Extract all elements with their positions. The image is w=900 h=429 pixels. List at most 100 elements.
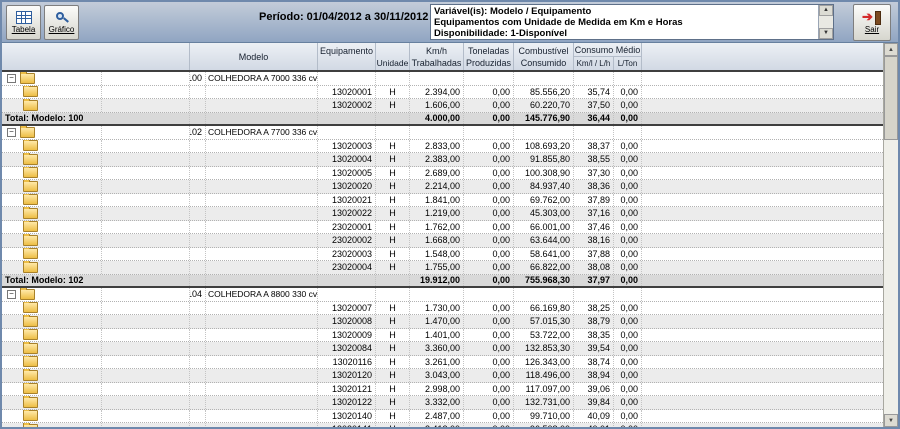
- unit-cell: H: [376, 355, 410, 368]
- unit-cell: H: [376, 396, 410, 409]
- empty-cell: [190, 382, 206, 395]
- folder-icon: [23, 342, 38, 354]
- avg-consumption-cell: 40,09: [574, 409, 614, 422]
- equipment-code-cell: 13020116: [318, 355, 376, 368]
- header-kmh-trabalhadas[interactable]: Km/h Trabalhadas: [410, 43, 464, 70]
- header-kml-lh[interactable]: Km/l / L/h: [574, 57, 614, 70]
- empty-cell: [206, 193, 318, 206]
- scroll-up-button[interactable]: ▲: [884, 43, 898, 56]
- empty-cell: [318, 126, 376, 139]
- empty-cell: [410, 288, 464, 301]
- table-view-button[interactable]: Tabela: [6, 5, 41, 40]
- tree-cell: [2, 85, 102, 98]
- equipment-row[interactable]: 13020004 H 2.383,00 0,00 91.855,80 38,55 0,00: [2, 153, 883, 167]
- equipment-code-cell: 23020001: [318, 220, 376, 233]
- tree-spacer-cell: [102, 382, 190, 395]
- filler-cell: [642, 126, 648, 139]
- empty-cell: [206, 166, 318, 179]
- equipment-code-cell: 13020005: [318, 166, 376, 179]
- lton-cell: 0,00: [614, 207, 642, 220]
- equipment-code-cell: 13020002: [318, 99, 376, 112]
- scrollbar-track[interactable]: [884, 56, 898, 414]
- fuel-consumed-cell: 100.308,90: [514, 166, 574, 179]
- equipment-row[interactable]: 13020007 H 1.730,00 0,00 66.169,80 38,25 0,00: [2, 301, 883, 315]
- info-scroll-up-icon[interactable]: ▲: [819, 5, 833, 16]
- equipment-row[interactable]: 13020141H2.412,000,0096.508,0040,010,00: [2, 423, 883, 427]
- vertical-scrollbar[interactable]: ▲ ▼: [883, 43, 898, 427]
- collapse-expander-icon[interactable]: −: [7, 73, 16, 83]
- empty-cell: [190, 396, 206, 409]
- exit-button[interactable]: ➔ Sair: [853, 4, 891, 41]
- header-toneladas-produzidas[interactable]: Toneladas Produzidas: [464, 43, 514, 70]
- tree-spacer-cell: [102, 342, 190, 355]
- header-lton[interactable]: L/Ton: [614, 57, 641, 70]
- unit-cell: H: [376, 220, 410, 233]
- equipment-row[interactable]: 13020121 H 2.998,00 0,00 117.097,00 39,06 0,00: [2, 382, 883, 396]
- header-combustivel-consumido[interactable]: Combustível Consumido: [514, 43, 574, 70]
- equipment-code-cell: 13020008: [318, 315, 376, 328]
- equipment-code-cell: 13020009: [318, 328, 376, 341]
- header-unidade[interactable]: Unidade: [376, 43, 410, 70]
- equipment-row[interactable]: 13020003 H 2.833,00 0,00 108.693,20 38,37 0,00: [2, 139, 883, 153]
- empty-cell: [206, 153, 318, 166]
- empty-cell: [318, 274, 376, 286]
- equipment-row[interactable]: 13020020 H 2.214,00 0,00 84.937,40 38,36 0,00: [2, 180, 883, 194]
- tree-spacer-cell: [102, 72, 190, 85]
- chart-button-label: Gráfico: [48, 24, 75, 34]
- lton-cell: 0,00: [614, 409, 642, 422]
- tree-cell: [2, 315, 102, 328]
- group-row[interactable]: − 102COLHEDORA A 7700 336 cv: [2, 126, 883, 140]
- equipment-row[interactable]: 13020120 H 3.043,00 0,00 118.496,00 38,94 0,00: [2, 369, 883, 383]
- chart-view-button[interactable]: Gráfico: [44, 5, 79, 40]
- header-modelo[interactable]: Modelo: [190, 43, 318, 70]
- equipment-row[interactable]: 23020002 H 1.668,00 0,00 63.644,00 38,16 0,00: [2, 234, 883, 248]
- equipment-row[interactable]: 13020122 H 3.332,00 0,00 132.731,00 39,84 0,00: [2, 396, 883, 410]
- scrollbar-thumb[interactable]: [884, 56, 898, 140]
- total-lton-cell: 0,00: [614, 274, 642, 286]
- equipment-row[interactable]: 13020116 H 3.261,00 0,00 126.343,00 38,74 0,00: [2, 355, 883, 369]
- empty-cell: [206, 409, 318, 422]
- header-equipamento[interactable]: Equipamento: [318, 43, 376, 70]
- tons-produced-cell: 0,00: [464, 423, 514, 427]
- equipment-row[interactable]: 13020009 H 1.401,00 0,00 53.722,00 38,35 0,00: [2, 328, 883, 342]
- equipment-row[interactable]: 13020021 H 1.841,00 0,00 69.762,00 37,89 0,00: [2, 193, 883, 207]
- tree-cell: [2, 342, 102, 355]
- equipment-row[interactable]: 13020001 H 2.394,00 0,00 85.556,20 35,74 0,00: [2, 85, 883, 99]
- header-consumo-medio[interactable]: Consumo Médio Km/l / L/h L/Ton: [574, 43, 642, 70]
- equipment-row[interactable]: 23020004 H 1.755,00 0,00 66.822,00 38,08 0,00: [2, 261, 883, 275]
- header-filler: [642, 43, 883, 70]
- equipment-row[interactable]: 13020084 H 3.360,00 0,00 132.853,30 39,54 0,00: [2, 342, 883, 356]
- collapse-expander-icon[interactable]: −: [7, 289, 16, 299]
- equipment-row[interactable]: 13020005 H 2.689,00 0,00 100.308,90 37,30 0,00: [2, 166, 883, 180]
- equipment-row[interactable]: 13020140 H 2.487,00 0,00 99.710,00 40,09 0,00: [2, 409, 883, 423]
- kmh-worked-cell: 2.689,00: [410, 166, 464, 179]
- group-row[interactable]: − 104COLHEDORA A 8800 330 cv: [2, 288, 883, 302]
- unit-cell: H: [376, 423, 410, 427]
- equipment-row[interactable]: 23020003 H 1.548,00 0,00 58.641,00 37,88 0,00: [2, 247, 883, 261]
- empty-cell: [614, 72, 642, 85]
- equipment-row[interactable]: 13020002 H 1.606,00 0,00 60.220,70 37,50 0,00: [2, 99, 883, 113]
- filler-cell: [642, 86, 648, 99]
- lton-cell: 0,00: [614, 99, 642, 112]
- empty-cell: [206, 396, 318, 409]
- info-scroll-down-icon[interactable]: ▼: [819, 28, 833, 39]
- group-row[interactable]: − 100COLHEDORA A 7000 336 cv: [2, 72, 883, 86]
- scroll-down-button[interactable]: ▼: [884, 414, 898, 427]
- collapse-expander-icon[interactable]: −: [7, 127, 16, 137]
- header-tree-column[interactable]: [2, 43, 190, 70]
- empty-cell: [206, 369, 318, 382]
- filler-cell: [642, 356, 648, 369]
- lton-cell: 0,00: [614, 396, 642, 409]
- empty-cell: [318, 112, 376, 124]
- empty-cell: [376, 112, 410, 124]
- unit-cell: H: [376, 342, 410, 355]
- total-label-cell: Total: Modelo: 102: [2, 274, 190, 286]
- equipment-row[interactable]: 13020008 H 1.470,00 0,00 57.015,30 38,79 0,00: [2, 315, 883, 329]
- info-scrollbar[interactable]: ▲ ▼: [818, 5, 833, 39]
- tons-produced-cell: 0,00: [464, 396, 514, 409]
- unit-cell: H: [376, 166, 410, 179]
- filler-cell: [642, 248, 648, 261]
- tree-spacer-cell: [102, 99, 190, 112]
- equipment-row[interactable]: 23020001 H 1.762,00 0,00 66.001,00 37,46 0,00: [2, 220, 883, 234]
- equipment-row[interactable]: 13020022 H 1.219,00 0,00 45.303,00 37,16 0,00: [2, 207, 883, 221]
